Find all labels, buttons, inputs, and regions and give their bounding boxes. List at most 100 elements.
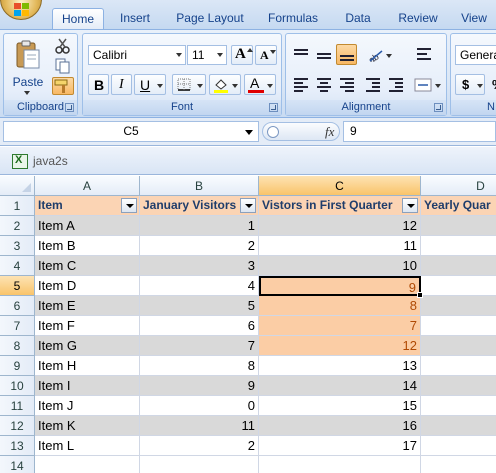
tab-home[interactable]: Home bbox=[52, 8, 104, 29]
tab-data[interactable]: Data bbox=[336, 8, 380, 29]
cell-b3[interactable]: 2 bbox=[140, 236, 259, 256]
cell-a6[interactable]: Item E bbox=[35, 296, 140, 316]
cell-d13[interactable] bbox=[421, 436, 496, 456]
header-cell-d[interactable]: Yearly Quar bbox=[421, 196, 496, 216]
row-header-10[interactable]: 10 bbox=[0, 376, 35, 396]
filter-dropdown-c-icon[interactable] bbox=[402, 198, 418, 213]
cell-a7[interactable]: Item F bbox=[35, 316, 140, 336]
cell-b13[interactable]: 2 bbox=[140, 436, 259, 456]
align-bottom-button[interactable] bbox=[336, 44, 357, 65]
grow-font-button[interactable]: A bbox=[231, 45, 253, 65]
align-middle-button[interactable] bbox=[313, 44, 334, 65]
cell-c4[interactable]: 10 bbox=[259, 256, 421, 276]
row-header-11[interactable]: 11 bbox=[0, 396, 35, 416]
align-right-button[interactable] bbox=[336, 74, 357, 95]
font-color-button[interactable]: A bbox=[244, 74, 276, 95]
tab-view[interactable]: View bbox=[454, 8, 494, 29]
cell-a13[interactable]: Item L bbox=[35, 436, 140, 456]
underline-button[interactable]: U bbox=[134, 74, 166, 95]
cell-d8[interactable] bbox=[421, 336, 496, 356]
fill-handle[interactable] bbox=[417, 292, 423, 298]
increase-indent-button[interactable] bbox=[385, 74, 406, 95]
filter-dropdown-a-icon[interactable] bbox=[121, 198, 137, 213]
cell-a5[interactable]: Item D bbox=[35, 276, 140, 296]
cell-d2[interactable] bbox=[421, 216, 496, 236]
formula-bar-resize-icon[interactable] bbox=[267, 126, 279, 138]
row-header-8[interactable]: 8 bbox=[0, 336, 35, 356]
cell-c11[interactable]: 15 bbox=[259, 396, 421, 416]
insert-function-icon[interactable]: fx bbox=[325, 124, 334, 140]
row-header-5[interactable]: 5 bbox=[0, 276, 35, 296]
cell-a12[interactable]: Item K bbox=[35, 416, 140, 436]
borders-button[interactable] bbox=[172, 74, 206, 95]
office-button[interactable] bbox=[0, 0, 42, 20]
row-header-7[interactable]: 7 bbox=[0, 316, 35, 336]
cell-d7[interactable] bbox=[421, 316, 496, 336]
cell-b6[interactable]: 5 bbox=[140, 296, 259, 316]
tab-review[interactable]: Review bbox=[390, 8, 446, 29]
cell-c12[interactable]: 16 bbox=[259, 416, 421, 436]
format-painter-button[interactable] bbox=[52, 77, 74, 95]
alignment-dialog-launcher-icon[interactable] bbox=[434, 103, 443, 112]
align-center-button[interactable] bbox=[313, 74, 334, 95]
header-cell-c[interactable]: Vistors in First Quarter bbox=[259, 196, 421, 216]
cell-b5[interactable]: 4 bbox=[140, 276, 259, 296]
cell-c7[interactable]: 7 bbox=[259, 316, 421, 336]
font-size-combo[interactable]: 11 bbox=[187, 45, 227, 65]
wrap-text-button[interactable] bbox=[413, 44, 434, 65]
select-all-corner[interactable] bbox=[0, 176, 35, 196]
cell-b12[interactable]: 11 bbox=[140, 416, 259, 436]
bold-button[interactable]: B bbox=[88, 74, 109, 95]
row-header-14[interactable]: 14 bbox=[0, 456, 35, 473]
cell-b10[interactable]: 9 bbox=[140, 376, 259, 396]
currency-button[interactable]: $ bbox=[455, 74, 485, 95]
cell-a2[interactable]: Item A bbox=[35, 216, 140, 236]
cell-a8[interactable]: Item G bbox=[35, 336, 140, 356]
number-format-combo[interactable]: General bbox=[455, 45, 496, 65]
row-header-2[interactable]: 2 bbox=[0, 216, 35, 236]
cell-d10[interactable] bbox=[421, 376, 496, 396]
cell-b8[interactable]: 7 bbox=[140, 336, 259, 356]
row-header-9[interactable]: 9 bbox=[0, 356, 35, 376]
cell-c8[interactable]: 12 bbox=[259, 336, 421, 356]
cell-b14[interactable] bbox=[140, 456, 259, 473]
cell-b7[interactable]: 6 bbox=[140, 316, 259, 336]
orientation-button[interactable]: ab bbox=[362, 44, 394, 65]
tab-formulas[interactable]: Formulas bbox=[258, 8, 328, 29]
cell-b4[interactable]: 3 bbox=[140, 256, 259, 276]
merge-center-button[interactable] bbox=[410, 74, 442, 95]
cell-c5[interactable]: 9 bbox=[259, 276, 421, 296]
cell-c10[interactable]: 14 bbox=[259, 376, 421, 396]
header-cell-a[interactable]: Item bbox=[35, 196, 140, 216]
row-header-12[interactable]: 12 bbox=[0, 416, 35, 436]
shrink-font-button[interactable]: A bbox=[255, 45, 277, 65]
cell-a11[interactable]: Item J bbox=[35, 396, 140, 416]
cell-c9[interactable]: 13 bbox=[259, 356, 421, 376]
row-header-6[interactable]: 6 bbox=[0, 296, 35, 316]
cut-button[interactable] bbox=[52, 37, 74, 55]
tab-insert[interactable]: Insert bbox=[108, 8, 162, 29]
cell-a9[interactable]: Item H bbox=[35, 356, 140, 376]
cell-c13[interactable]: 17 bbox=[259, 436, 421, 456]
worksheet-grid[interactable]: A B C D 1 Item January Visitors Vistors in Firs… bbox=[0, 176, 496, 473]
column-header-d[interactable]: D bbox=[421, 176, 496, 196]
font-name-combo[interactable]: Calibri bbox=[88, 45, 186, 65]
header-cell-b[interactable]: January Visitors bbox=[140, 196, 259, 216]
cell-a10[interactable]: Item I bbox=[35, 376, 140, 396]
align-top-button[interactable] bbox=[290, 44, 311, 65]
filter-dropdown-b-icon[interactable] bbox=[240, 198, 256, 213]
align-left-button[interactable] bbox=[290, 74, 311, 95]
insert-function-control[interactable]: fx bbox=[262, 122, 340, 141]
cell-d9[interactable] bbox=[421, 356, 496, 376]
row-header-1[interactable]: 1 bbox=[0, 196, 35, 216]
column-header-a[interactable]: A bbox=[35, 176, 140, 196]
column-header-b[interactable]: B bbox=[140, 176, 259, 196]
cell-d6[interactable] bbox=[421, 296, 496, 316]
percent-button[interactable]: % bbox=[487, 74, 496, 95]
row-header-4[interactable]: 4 bbox=[0, 256, 35, 276]
cell-d3[interactable] bbox=[421, 236, 496, 256]
copy-button[interactable] bbox=[52, 57, 74, 75]
row-header-3[interactable]: 3 bbox=[0, 236, 35, 256]
cell-d12[interactable] bbox=[421, 416, 496, 436]
paste-button[interactable]: Paste bbox=[7, 36, 47, 95]
